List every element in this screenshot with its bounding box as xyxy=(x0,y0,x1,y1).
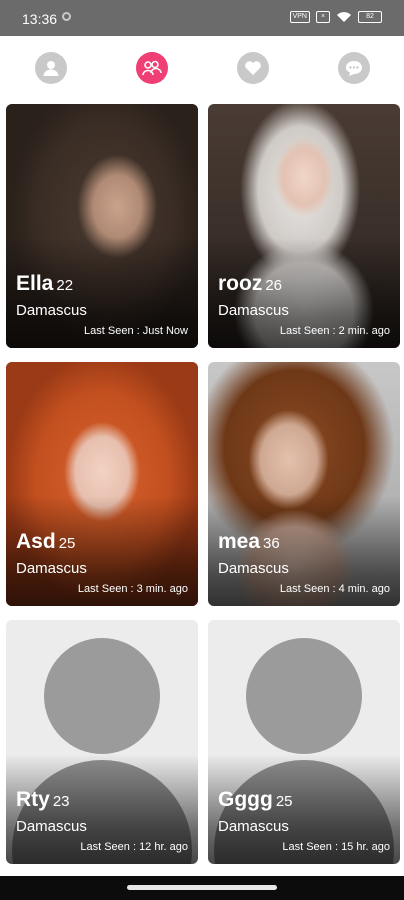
profile-age: 25 xyxy=(275,793,293,810)
tab-favorites[interactable] xyxy=(237,52,269,84)
profile-city: Damascus xyxy=(16,302,87,319)
profile-age: 26 xyxy=(265,277,283,294)
group-icon xyxy=(142,60,162,76)
profile-name: mea xyxy=(218,530,261,553)
tab-profile[interactable] xyxy=(35,52,67,84)
profile-card[interactable]: Asd 25 Damascus Last Seen : 3 min. ago xyxy=(6,362,198,606)
profile-card[interactable]: Gggg 25 Damascus Last Seen : 15 hr. ago xyxy=(208,620,400,864)
profile-name-row: mea 36 xyxy=(218,530,280,554)
status-time: 13:36 xyxy=(22,11,58,27)
status-icons: VPN × 82 xyxy=(289,11,382,23)
avatar-placeholder-icon xyxy=(44,638,160,754)
heart-icon xyxy=(245,61,261,75)
profile-city: Damascus xyxy=(218,818,289,835)
profile-name-row: rooz 26 xyxy=(218,272,282,296)
last-seen: Last Seen : 15 hr. ago xyxy=(282,841,390,853)
profile-name-row: Asd 25 xyxy=(16,530,75,554)
profile-card[interactable]: mea 36 Damascus Last Seen : 4 min. ago xyxy=(208,362,400,606)
profile-name: rooz xyxy=(218,272,263,295)
settings-status-icon xyxy=(62,12,71,21)
chat-icon xyxy=(346,61,362,76)
avatar-placeholder-icon xyxy=(246,638,362,754)
profile-age: 23 xyxy=(52,793,70,810)
last-seen: Last Seen : 2 min. ago xyxy=(279,325,390,337)
profile-card[interactable]: Rty 23 Damascus Last Seen : 12 hr. ago xyxy=(6,620,198,864)
profile-name: Gggg xyxy=(218,788,273,811)
profile-age: 25 xyxy=(58,535,76,552)
tab-people[interactable] xyxy=(136,52,168,84)
battery-icon: 82 xyxy=(358,11,382,23)
profile-name: Asd xyxy=(16,530,56,553)
person-icon xyxy=(43,61,59,76)
profile-name: Ella xyxy=(16,272,54,295)
system-nav-bar xyxy=(0,876,404,900)
profile-name: Rty xyxy=(16,788,50,811)
profile-age: 36 xyxy=(263,535,280,552)
sim-off-icon: × xyxy=(316,11,330,23)
status-bar: 13:36 VPN × 82 xyxy=(0,0,404,36)
vpn-icon: VPN xyxy=(289,11,310,23)
top-tab-bar xyxy=(0,36,404,96)
last-seen: Last Seen : 3 min. ago xyxy=(77,583,188,595)
last-seen: Last Seen : 4 min. ago xyxy=(279,583,390,595)
profile-name-row: Rty 23 xyxy=(16,788,70,812)
profile-age: 22 xyxy=(56,277,74,294)
home-gesture-handle[interactable] xyxy=(127,885,277,890)
wifi-icon xyxy=(337,12,351,22)
profile-city: Damascus xyxy=(218,302,289,319)
profile-city: Damascus xyxy=(16,818,87,835)
profile-card[interactable]: rooz 26 Damascus Last Seen : 2 min. ago xyxy=(208,104,400,348)
last-seen: Last Seen : 12 hr. ago xyxy=(80,841,188,853)
profile-city: Damascus xyxy=(218,560,289,577)
profile-name-row: Ella 22 xyxy=(16,272,73,296)
last-seen: Last Seen : Just Now xyxy=(84,325,188,337)
profile-card[interactable]: Ella 22 Damascus Last Seen : Just Now xyxy=(6,104,198,348)
profile-name-row: Gggg 25 xyxy=(218,788,293,812)
tab-messages[interactable] xyxy=(338,52,370,84)
profile-city: Damascus xyxy=(16,560,87,577)
